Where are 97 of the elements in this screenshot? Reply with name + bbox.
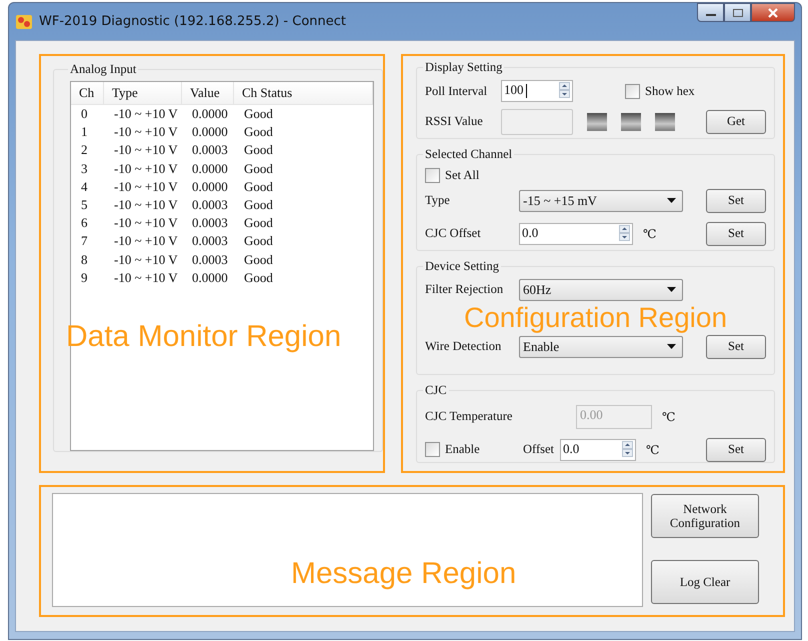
- unit-label: ℃: [642, 226, 658, 240]
- field-label: CJC Temperature: [425, 409, 514, 424]
- column-header[interactable]: Value: [182, 82, 234, 104]
- app-icon: [15, 12, 33, 30]
- table-cell-text: Good: [243, 233, 274, 250]
- dropdown-arrow-icon: [667, 198, 676, 203]
- table-cell-text: 0.0000: [191, 106, 229, 122]
- action-button[interactable]: Network Configuration: [651, 494, 759, 538]
- table-cell-text: 0.0003: [191, 252, 229, 268]
- table-cell-text: 0: [80, 106, 88, 122]
- table-cell-text: 6: [80, 215, 88, 232]
- table-cell-text: Good: [243, 106, 274, 122]
- set-button[interactable]: Set: [706, 334, 766, 358]
- table-cell-text: -10 ~ +10 V: [113, 233, 179, 250]
- action-button[interactable]: Log Clear: [651, 560, 759, 604]
- table-cell-text: 1: [80, 124, 88, 140]
- table-cell-text: Good: [243, 124, 274, 140]
- enable-checkbox[interactable]: Enable: [425, 442, 517, 457]
- maximize-icon: [732, 8, 744, 18]
- region-annotation: Message Region: [291, 557, 516, 591]
- offset-field[interactable]: 0.0: [560, 438, 636, 460]
- maximize-button[interactable]: [724, 3, 751, 22]
- table-cell-text: 5: [80, 197, 88, 214]
- table-cell-text: -10 ~ +10 V: [113, 252, 179, 268]
- table-cell-text: 0.0000: [191, 270, 229, 286]
- type-dropdown[interactable]: -15 ~ +15 mV: [519, 190, 683, 212]
- signal-indicator-icon: [587, 112, 607, 130]
- group-title: CJC: [424, 383, 448, 398]
- field-label: Poll Interval: [425, 84, 488, 98]
- table-cell-text: Good: [243, 270, 274, 286]
- spin-arrows-icon[interactable]: [559, 82, 570, 98]
- cjc-temperature-field: 0.00: [576, 404, 652, 428]
- close-icon: [767, 8, 779, 18]
- set-button[interactable]: Set: [706, 188, 766, 212]
- close-button[interactable]: [751, 3, 795, 22]
- table-cell-text: 2: [80, 142, 88, 158]
- table-cell-text: 0.0000: [191, 160, 229, 177]
- field-label: Offset: [523, 442, 554, 457]
- field-label: Type: [425, 193, 451, 208]
- table-cell-text: 0.0003: [191, 233, 229, 250]
- show-hex-checkbox[interactable]: Show hex: [625, 84, 695, 98]
- cjc-offset-field[interactable]: 0.0: [519, 222, 633, 244]
- dropdown-arrow-icon: [667, 344, 676, 349]
- table-cell-text: -10 ~ +10 V: [113, 178, 179, 195]
- signal-indicator-icon: [655, 112, 675, 130]
- dropdown-arrow-icon: [667, 287, 676, 292]
- set-button[interactable]: Set: [706, 438, 766, 462]
- table-cell-text: 0.0003: [191, 142, 229, 158]
- table-cell-text: Good: [243, 160, 274, 177]
- table-cell-text: Good: [243, 252, 274, 268]
- unit-label: ℃: [661, 410, 676, 424]
- group-title: Selected Channel: [424, 147, 514, 162]
- set-button[interactable]: Set: [706, 222, 766, 246]
- table-cell-text: 4: [80, 178, 88, 195]
- table-cell-text: 9: [80, 270, 88, 286]
- minimize-button[interactable]: [697, 3, 724, 22]
- poll-interval-field[interactable]: 100: [501, 80, 573, 102]
- table-cell-text: -10 ~ +10 V: [113, 142, 179, 158]
- table-cell-text: Good: [243, 215, 274, 232]
- table-cell-text: 0.0003: [191, 197, 229, 214]
- table-cell-text: Good: [243, 197, 274, 214]
- table-cell-text: -10 ~ +10 V: [113, 197, 179, 214]
- table-cell-text: Good: [243, 142, 274, 158]
- spin-arrows-icon[interactable]: [619, 224, 630, 240]
- field-label: Wire Detection: [425, 339, 502, 354]
- column-header[interactable]: Ch Status: [234, 82, 373, 104]
- table-cell-text: 8: [80, 252, 88, 268]
- region-annotation: Data Monitor Region: [66, 320, 342, 354]
- table-cell-text: -10 ~ +10 V: [113, 106, 179, 122]
- field-label: CJC Offset: [425, 226, 482, 241]
- table-cell-text: Good: [243, 178, 274, 195]
- table-cell-text: -10 ~ +10 V: [113, 124, 179, 140]
- get-button[interactable]: Get: [706, 110, 766, 134]
- column-header[interactable]: Ch: [71, 82, 104, 104]
- rssi-value-field: [501, 108, 573, 134]
- column-header[interactable]: Type: [104, 82, 182, 104]
- group-title: Analog Input: [69, 62, 138, 77]
- signal-indicator-icon: [621, 112, 641, 130]
- window-title: WF-2019 Diagnostic (192.168.255.2) - Connect: [39, 14, 346, 29]
- group-title: Display Setting: [424, 60, 504, 75]
- table-cell-text: 0.0003: [191, 215, 229, 232]
- field-label: Filter Rejection: [425, 282, 504, 297]
- wire-detection-dropdown[interactable]: Enable: [519, 336, 683, 358]
- unit-label: ℃: [645, 442, 660, 456]
- table-cell-text: 0.0000: [191, 178, 229, 195]
- filter-rejection-dropdown[interactable]: 60Hz: [519, 278, 683, 300]
- table-cell-text: -10 ~ +10 V: [113, 270, 179, 286]
- table-cell-text: -10 ~ +10 V: [113, 160, 179, 177]
- table-cell-text: -10 ~ +10 V: [113, 215, 179, 232]
- table-cell-text: 0.0000: [191, 124, 229, 140]
- group-title: Device Setting: [424, 259, 500, 274]
- table-cell-text: 7: [80, 233, 88, 250]
- table-cell-text: 3: [80, 160, 88, 177]
- field-label: RSSI Value: [425, 114, 484, 129]
- region-annotation: Configuration Region: [464, 303, 728, 333]
- set-all-checkbox[interactable]: Set All: [425, 166, 766, 184]
- spin-arrows-icon[interactable]: [622, 440, 634, 456]
